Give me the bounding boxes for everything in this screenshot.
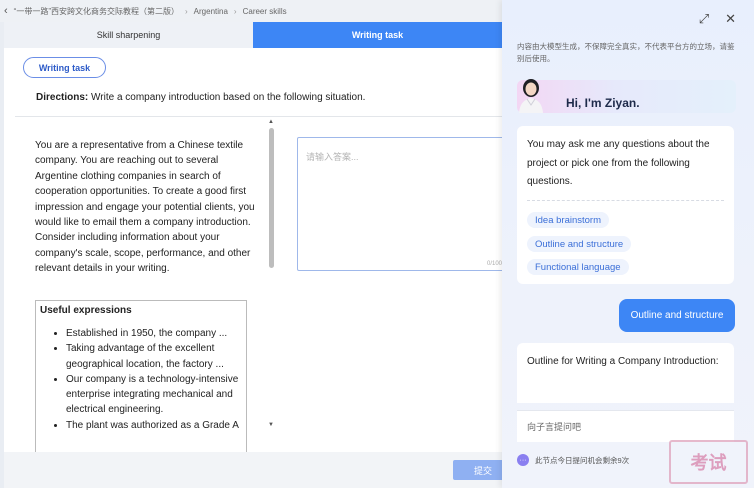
dashed-divider: [527, 200, 724, 201]
assistant-reply: Outline for Writing a Company Introducti…: [517, 343, 734, 403]
useful-expressions-box: Useful expressions Established in 1950, …: [35, 300, 247, 460]
intro-text: You may ask me any questions about the p…: [527, 139, 710, 187]
scrollbar[interactable]: [269, 128, 274, 268]
tab-skill-sharpening[interactable]: Skill sharpening: [4, 22, 253, 48]
assistant-panel: ⤢ ✕ 内容由大模型生成，不保障完全真实，不代表平台方的立场，请鉴别后使用。 H…: [502, 0, 754, 488]
directions: Directions: Write a company introduction…: [36, 92, 365, 103]
breadcrumb-separator: ›: [233, 6, 237, 16]
quota-info: ··· 此节点今日提问机会剩余9次: [517, 454, 629, 466]
bottom-bar: [4, 452, 502, 488]
scroll-up-icon[interactable]: ▲: [268, 119, 274, 125]
quota-text: 此节点今日提问机会剩余9次: [535, 455, 630, 465]
answer-box: 0/100: [297, 137, 507, 271]
list-item: Our company is a technology-intensive en…: [66, 372, 242, 418]
divider: [15, 116, 502, 117]
breadcrumb-course[interactable]: “一带一路”西安跨文化商务交际教程（第二版）: [14, 6, 179, 17]
expand-icon[interactable]: ⤢: [699, 11, 709, 27]
scroll-down-icon[interactable]: ▼: [268, 422, 274, 428]
user-message: Outline and structure: [619, 299, 735, 332]
directions-text: Write a company introduction based on th…: [91, 92, 366, 103]
suggestion-chip-functional-language[interactable]: Functional language: [527, 259, 629, 275]
list-item: Established in 1950, the company ...: [66, 326, 242, 341]
intro-card: You may ask me any questions about the p…: [517, 126, 734, 284]
writing-task-pill: Writing task: [23, 57, 106, 78]
list-item: The plant was authorized as a Grade A: [66, 418, 242, 433]
scenario-text: You are a representative from a Chinese …: [35, 140, 255, 275]
assistant-avatar: [519, 79, 543, 113]
panel-controls: ⤢ ✕: [699, 11, 736, 27]
tab-bar: Skill sharpening Writing task: [4, 22, 502, 48]
close-icon[interactable]: ✕: [725, 11, 736, 27]
list-item: Taking advantage of the excellent geogra…: [66, 341, 242, 372]
answer-input[interactable]: [298, 138, 506, 270]
suggestion-chip-outline-structure[interactable]: Outline and structure: [527, 236, 632, 252]
char-counter: 0/100: [486, 261, 502, 267]
watermark-logo: 考试: [669, 440, 748, 484]
main-content: Skill sharpening Writing task Writing ta…: [4, 22, 513, 488]
chat-input-box: [517, 410, 734, 442]
ai-disclaimer: 内容由大模型生成，不保障完全真实，不代表平台方的立场，请鉴别后使用。: [517, 42, 735, 63]
breadcrumb-country[interactable]: Argentina: [194, 7, 228, 16]
greeting-text: Hi, I'm Ziyan.: [566, 96, 640, 110]
expressions-list: Established in 1950, the company ... Tak…: [40, 326, 242, 433]
breadcrumb-separator: ›: [185, 6, 188, 16]
breadcrumb-section: Career skills: [242, 6, 287, 16]
chat-bubble-icon: ···: [517, 454, 529, 466]
tab-writing-task[interactable]: Writing task: [253, 22, 502, 48]
chat-input[interactable]: [517, 411, 734, 442]
back-arrow-icon[interactable]: ‹: [4, 5, 8, 17]
directions-label: Directions:: [36, 92, 89, 103]
suggestion-chip-idea-brainstorm[interactable]: Idea brainstorm: [527, 212, 610, 228]
useful-expressions-title: Useful expressions: [40, 305, 132, 316]
